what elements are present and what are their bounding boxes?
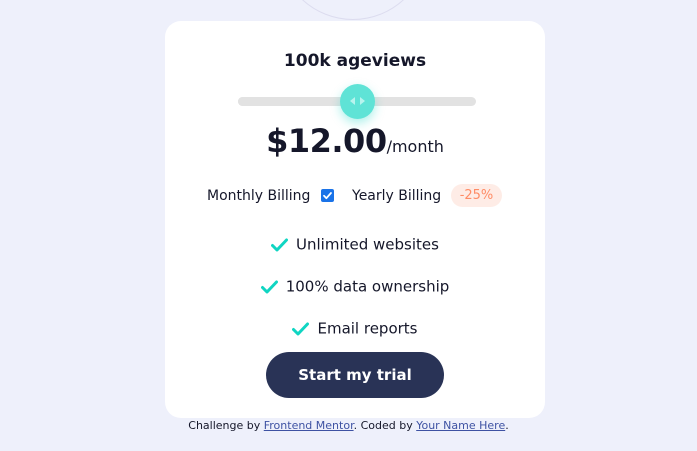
arrow-left-icon [349, 97, 355, 105]
frontend-mentor-link[interactable]: Frontend Mentor [264, 419, 354, 432]
feature-text: 100% data ownership [285, 277, 450, 296]
monthly-billing-label: Monthly Billing [207, 188, 311, 204]
pageviews-slider-track[interactable] [238, 84, 476, 119]
attribution-prefix: Challenge by [188, 419, 264, 432]
feature-text: Email reports [317, 319, 418, 338]
billing-checkbox[interactable] [321, 189, 334, 202]
feature-item: Email reports [165, 319, 545, 341]
pricing-card: 100k ageviews $12.00/month Monthly Billi… [165, 21, 545, 418]
yearly-billing-label: Yearly Billing [352, 188, 442, 204]
price-period: /month [386, 137, 444, 156]
billing-toggle-row: Monthly Billing Yearly Billing -25% [165, 184, 545, 208]
price-row: $12.00/month [165, 122, 545, 160]
attribution-middle: . Coded by [353, 419, 417, 432]
arrow-right-icon [359, 97, 365, 105]
discount-badge: -25% [451, 184, 502, 207]
feature-item: 100% data ownership [165, 277, 545, 299]
slider-thumb[interactable] [339, 84, 375, 119]
attribution: Challenge by Frontend Mentor. Coded by Y… [0, 419, 697, 432]
check-icon [292, 322, 310, 335]
check-icon [271, 238, 289, 251]
price-amount: $12.00 [266, 122, 387, 160]
pageviews-label: 100k ageviews [283, 51, 427, 71]
author-link[interactable]: Your Name Here [416, 419, 505, 432]
feature-text: Unlimited websites [296, 235, 439, 254]
background-circle-decoration [278, 0, 428, 20]
check-icon [260, 280, 278, 293]
start-trial-button[interactable]: Start my trial [266, 352, 444, 398]
checkmark-icon [323, 192, 332, 200]
feature-item: Unlimited websites [165, 235, 545, 257]
attribution-suffix: . [505, 419, 509, 432]
